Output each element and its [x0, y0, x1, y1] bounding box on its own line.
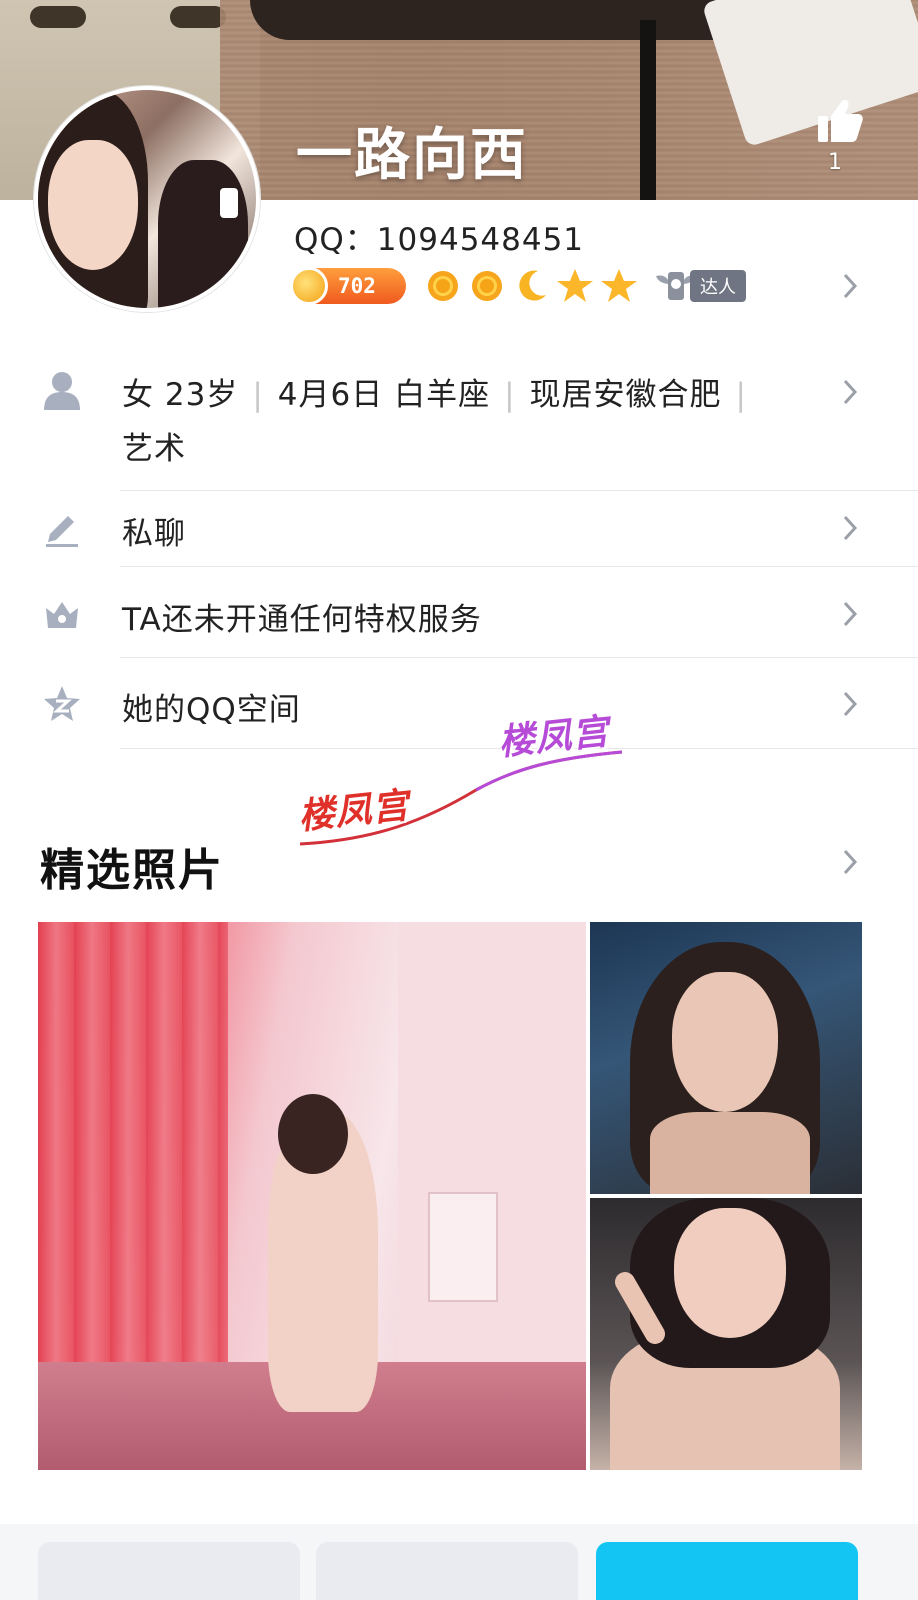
divider: [120, 657, 918, 658]
thumbs-up-icon[interactable]: [816, 98, 864, 144]
qq-number: QQ：1094548451: [294, 222, 585, 258]
basic-info[interactable]: 女 23岁 | 4月6日 白羊座 | 现居安徽合肥 | 艺术: [122, 368, 802, 476]
privilege-row[interactable]: TA还未开通任何特权服务: [122, 594, 482, 639]
photo-thumbnail[interactable]: [590, 922, 862, 1194]
photo-thumbnail[interactable]: [590, 1198, 862, 1470]
moon-icon: [519, 270, 546, 301]
qzone-row[interactable]: 她的QQ空间: [122, 684, 301, 729]
featured-photos-title: 精选照片: [40, 845, 224, 896]
chevron-right-icon[interactable]: [842, 848, 858, 876]
cover-knob: [170, 6, 226, 28]
chevron-right-icon[interactable]: [842, 378, 858, 406]
cover-band: [250, 0, 770, 40]
photo-face: [672, 972, 778, 1112]
action-button[interactable]: [316, 1542, 578, 1600]
cover-strap: [640, 20, 656, 200]
level-number: 702: [338, 274, 376, 298]
sun-icon: [428, 271, 458, 301]
avatar[interactable]: [34, 86, 260, 312]
photo-face: [674, 1208, 786, 1338]
photo-body: [650, 1112, 810, 1194]
sun-icon: [472, 271, 502, 301]
birthday: 4月6日 白羊座: [277, 377, 491, 413]
avatar-figure: [158, 160, 248, 308]
chevron-right-icon[interactable]: [842, 272, 858, 300]
star-icon: [601, 269, 637, 302]
star-icon: [557, 269, 593, 302]
divider: [120, 490, 918, 491]
avatar-face: [48, 140, 138, 270]
like-count: 1: [828, 150, 842, 175]
badge-row[interactable]: 702 达人: [290, 262, 746, 310]
level-badge: 702: [290, 267, 406, 305]
location: 现居安徽合肥: [529, 377, 722, 413]
pencil-icon: [46, 516, 78, 547]
qzone-star-icon: [44, 686, 80, 721]
primary-action-button[interactable]: [596, 1542, 858, 1600]
avatar-phone: [220, 188, 238, 218]
photo-cabinet: [428, 1192, 498, 1302]
action-button[interactable]: [38, 1542, 300, 1600]
daren-badge: 达人: [654, 263, 746, 309]
crown-icon: [46, 602, 78, 628]
occupation: 艺术: [122, 431, 186, 467]
private-chat-row[interactable]: 私聊: [122, 508, 186, 553]
nickname: 一路向西: [296, 123, 528, 188]
gender-age: 女 23岁: [122, 377, 239, 413]
chevron-right-icon[interactable]: [842, 514, 858, 542]
coin-icon: [290, 267, 328, 305]
divider: [120, 566, 918, 567]
person-icon: [44, 372, 80, 410]
chevron-right-icon[interactable]: [842, 600, 858, 628]
daren-label: 达人: [690, 270, 746, 302]
photo-main[interactable]: [38, 922, 586, 1470]
chevron-right-icon[interactable]: [842, 690, 858, 718]
photo-hair: [278, 1094, 348, 1174]
cover-knob: [30, 6, 86, 28]
